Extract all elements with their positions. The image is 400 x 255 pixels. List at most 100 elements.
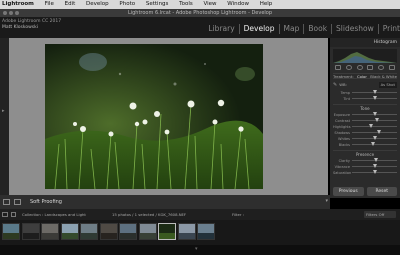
histogram[interactable] (333, 49, 397, 63)
menu-photo[interactable]: Photo (119, 0, 135, 9)
collapse-filmstrip-icon[interactable]: ▾ (195, 246, 198, 252)
filmstrip-thumbnail[interactable] (99, 223, 118, 240)
module-develop[interactable]: Develop (240, 24, 280, 34)
menu-settings[interactable]: Settings (146, 0, 169, 9)
previous-button[interactable]: Previous (333, 187, 364, 196)
toolbar-menu-icon[interactable]: ▾ (325, 198, 328, 204)
slider-knob[interactable] (374, 118, 379, 122)
treatment-black-white[interactable]: Black & White (370, 74, 397, 79)
filmstrip-thumbnail[interactable] (119, 223, 137, 240)
filmstrip-thumbnail[interactable] (177, 223, 196, 240)
menu-develop[interactable]: Develop (86, 0, 109, 9)
radial-filter-icon[interactable] (377, 65, 384, 70)
slider-track[interactable] (352, 164, 397, 168)
eyedropper-icon[interactable]: ✎ (333, 82, 337, 88)
slider-shadows[interactable]: Shadows (333, 130, 397, 135)
module-library[interactable]: Library (204, 24, 240, 34)
slider-track[interactable] (352, 136, 397, 140)
main-photo[interactable] (45, 44, 263, 189)
filmstrip-header: Collection : Landscapes and Light 15 pho… (0, 209, 400, 220)
treatment-color[interactable]: Color (357, 74, 367, 79)
slider-knob[interactable] (368, 124, 373, 128)
loupe-view-icon[interactable] (3, 199, 10, 205)
slider-contrast[interactable]: Contrast (333, 118, 397, 123)
slider-knob[interactable] (373, 96, 378, 100)
slider-track[interactable] (352, 158, 397, 162)
slider-track[interactable] (352, 130, 397, 134)
soft-proofing-toggle[interactable]: Soft Proofing (30, 195, 62, 209)
filter-label: Filter : (232, 212, 244, 217)
slider-knob[interactable] (372, 170, 377, 174)
histogram-header[interactable]: Histogram (330, 38, 400, 47)
red-eye-tool-icon[interactable] (356, 65, 363, 70)
filmstrip-thumbnail[interactable] (138, 223, 157, 240)
slider-track[interactable] (352, 112, 397, 116)
slider-saturation[interactable]: Saturation (333, 170, 397, 175)
module-print[interactable]: Print (379, 24, 400, 34)
wb-preset-select[interactable]: As Shot (378, 81, 397, 88)
zoom-window-button[interactable] (15, 11, 19, 15)
left-panel-collapsed[interactable]: ▸ (0, 38, 9, 198)
filmstrip-thumbnail[interactable] (60, 223, 79, 240)
filmstrip-thumbnail[interactable] (21, 223, 40, 240)
graduated-filter-icon[interactable] (367, 65, 374, 70)
module-map[interactable]: Map (280, 24, 305, 34)
collection-source[interactable]: Collection : Landscapes and Light (22, 209, 86, 220)
slider-track[interactable] (352, 124, 397, 128)
slider-label: Blacks (338, 142, 350, 147)
close-window-button[interactable] (3, 11, 7, 15)
slider-knob[interactable] (373, 158, 378, 162)
bottom-panel-toggle-bar[interactable]: ▾ (0, 245, 400, 255)
thumbnail-image-bottom (100, 233, 117, 239)
app-menu[interactable]: Lightroom (0, 0, 34, 9)
slider-label: Clarity (338, 158, 350, 163)
slider-track[interactable] (352, 96, 397, 100)
filmstrip-thumbnail[interactable] (41, 223, 59, 240)
second-window-icon[interactable] (11, 212, 16, 217)
slider-exposure[interactable]: Exposure (333, 112, 397, 117)
menu-window[interactable]: Window (227, 0, 249, 9)
develop-toolbar: Soft Proofing ▾ (0, 195, 330, 209)
before-after-icon[interactable] (14, 199, 21, 205)
menu-tools[interactable]: Tools (179, 0, 193, 9)
reset-button[interactable]: Reset (366, 187, 397, 196)
slider-knob[interactable] (377, 130, 381, 134)
panel-buttons: Previous Reset (333, 187, 397, 196)
slider-vibrance[interactable]: Vibrance (333, 164, 397, 169)
slider-tint[interactable]: Tint (333, 96, 397, 101)
slider-track[interactable] (352, 142, 397, 146)
slider-knob[interactable] (371, 142, 376, 146)
filmstrip-thumbnail[interactable] (2, 223, 20, 240)
slider-knob[interactable] (372, 90, 377, 94)
menu-help[interactable]: Help (260, 0, 273, 9)
expand-left-panel-icon[interactable]: ▸ (2, 108, 5, 114)
filmstrip-thumbnail[interactable] (197, 223, 215, 240)
adjustment-brush-icon[interactable] (388, 65, 395, 70)
slider-temp[interactable]: Temp (333, 90, 397, 95)
slider-whites[interactable]: Whites (333, 136, 397, 141)
filmstrip-thumbnail[interactable] (158, 223, 176, 240)
crop-tool-icon[interactable] (335, 65, 342, 70)
slider-knob[interactable] (372, 112, 377, 116)
slider-knob[interactable] (372, 164, 377, 168)
slider-knob[interactable] (372, 136, 377, 140)
thumbnail-image-bottom (159, 233, 175, 239)
slider-clarity[interactable]: Clarity (333, 158, 397, 163)
module-book[interactable]: Book (304, 24, 333, 34)
slider-track[interactable] (352, 118, 397, 122)
image-canvas[interactable] (9, 38, 328, 195)
minimize-window-button[interactable] (9, 11, 13, 15)
menu-file[interactable]: File (45, 0, 54, 9)
module-slideshow[interactable]: Slideshow (332, 24, 379, 34)
slider-blacks[interactable]: Blacks (333, 142, 397, 147)
filmstrip-thumbnail[interactable] (80, 223, 98, 240)
slider-track[interactable] (352, 170, 397, 174)
spot-removal-tool-icon[interactable] (345, 65, 352, 70)
slider-highlights[interactable]: Highlights (333, 124, 397, 129)
slider-track[interactable] (352, 90, 397, 94)
menu-view[interactable]: View (203, 0, 216, 9)
filter-select[interactable]: Filters Off (364, 211, 396, 218)
treatment-row: Treatment: Color Black & White (333, 73, 397, 79)
menu-edit[interactable]: Edit (65, 0, 76, 9)
grid-view-icon[interactable] (2, 212, 8, 217)
